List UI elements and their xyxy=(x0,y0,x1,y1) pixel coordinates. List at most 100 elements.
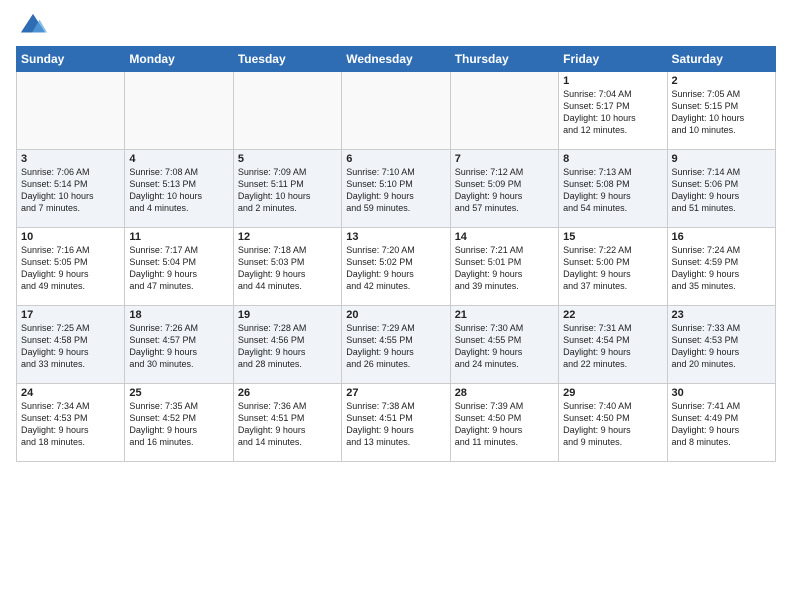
day-number: 17 xyxy=(21,309,120,321)
day-info: Sunrise: 7:17 AM Sunset: 5:04 PM Dayligh… xyxy=(129,244,228,293)
day-info: Sunrise: 7:20 AM Sunset: 5:02 PM Dayligh… xyxy=(346,244,445,293)
calendar-cell xyxy=(125,72,233,150)
weekday-header: Monday xyxy=(125,47,233,72)
day-info: Sunrise: 7:25 AM Sunset: 4:58 PM Dayligh… xyxy=(21,322,120,371)
day-info: Sunrise: 7:16 AM Sunset: 5:05 PM Dayligh… xyxy=(21,244,120,293)
day-number: 25 xyxy=(129,387,228,399)
day-info: Sunrise: 7:40 AM Sunset: 4:50 PM Dayligh… xyxy=(563,400,662,449)
calendar-cell: 22Sunrise: 7:31 AM Sunset: 4:54 PM Dayli… xyxy=(559,306,667,384)
day-info: Sunrise: 7:18 AM Sunset: 5:03 PM Dayligh… xyxy=(238,244,337,293)
weekday-header: Wednesday xyxy=(342,47,450,72)
calendar-cell: 18Sunrise: 7:26 AM Sunset: 4:57 PM Dayli… xyxy=(125,306,233,384)
calendar-week-row: 17Sunrise: 7:25 AM Sunset: 4:58 PM Dayli… xyxy=(17,306,776,384)
day-number: 27 xyxy=(346,387,445,399)
day-info: Sunrise: 7:06 AM Sunset: 5:14 PM Dayligh… xyxy=(21,166,120,215)
day-info: Sunrise: 7:33 AM Sunset: 4:53 PM Dayligh… xyxy=(672,322,771,371)
day-number: 20 xyxy=(346,309,445,321)
day-info: Sunrise: 7:14 AM Sunset: 5:06 PM Dayligh… xyxy=(672,166,771,215)
calendar-week-row: 1Sunrise: 7:04 AM Sunset: 5:17 PM Daylig… xyxy=(17,72,776,150)
calendar-cell: 3Sunrise: 7:06 AM Sunset: 5:14 PM Daylig… xyxy=(17,150,125,228)
calendar-cell: 4Sunrise: 7:08 AM Sunset: 5:13 PM Daylig… xyxy=(125,150,233,228)
day-info: Sunrise: 7:08 AM Sunset: 5:13 PM Dayligh… xyxy=(129,166,228,215)
day-number: 22 xyxy=(563,309,662,321)
calendar-cell xyxy=(233,72,341,150)
calendar-cell: 6Sunrise: 7:10 AM Sunset: 5:10 PM Daylig… xyxy=(342,150,450,228)
calendar-cell: 13Sunrise: 7:20 AM Sunset: 5:02 PM Dayli… xyxy=(342,228,450,306)
day-number: 8 xyxy=(563,153,662,165)
day-info: Sunrise: 7:38 AM Sunset: 4:51 PM Dayligh… xyxy=(346,400,445,449)
calendar-week-row: 3Sunrise: 7:06 AM Sunset: 5:14 PM Daylig… xyxy=(17,150,776,228)
calendar-cell: 30Sunrise: 7:41 AM Sunset: 4:49 PM Dayli… xyxy=(667,384,775,462)
calendar-cell: 26Sunrise: 7:36 AM Sunset: 4:51 PM Dayli… xyxy=(233,384,341,462)
calendar-cell: 2Sunrise: 7:05 AM Sunset: 5:15 PM Daylig… xyxy=(667,72,775,150)
day-info: Sunrise: 7:13 AM Sunset: 5:08 PM Dayligh… xyxy=(563,166,662,215)
calendar-cell: 12Sunrise: 7:18 AM Sunset: 5:03 PM Dayli… xyxy=(233,228,341,306)
day-number: 4 xyxy=(129,153,228,165)
day-number: 5 xyxy=(238,153,337,165)
day-number: 16 xyxy=(672,231,771,243)
day-number: 12 xyxy=(238,231,337,243)
calendar-cell xyxy=(450,72,558,150)
day-info: Sunrise: 7:26 AM Sunset: 4:57 PM Dayligh… xyxy=(129,322,228,371)
weekday-header: Saturday xyxy=(667,47,775,72)
day-info: Sunrise: 7:21 AM Sunset: 5:01 PM Dayligh… xyxy=(455,244,554,293)
day-number: 29 xyxy=(563,387,662,399)
calendar-week-row: 10Sunrise: 7:16 AM Sunset: 5:05 PM Dayli… xyxy=(17,228,776,306)
calendar-cell: 11Sunrise: 7:17 AM Sunset: 5:04 PM Dayli… xyxy=(125,228,233,306)
calendar-cell: 9Sunrise: 7:14 AM Sunset: 5:06 PM Daylig… xyxy=(667,150,775,228)
day-number: 28 xyxy=(455,387,554,399)
day-number: 11 xyxy=(129,231,228,243)
calendar-header-row: SundayMondayTuesdayWednesdayThursdayFrid… xyxy=(17,47,776,72)
calendar-cell: 7Sunrise: 7:12 AM Sunset: 5:09 PM Daylig… xyxy=(450,150,558,228)
weekday-header: Tuesday xyxy=(233,47,341,72)
day-number: 19 xyxy=(238,309,337,321)
calendar-cell: 24Sunrise: 7:34 AM Sunset: 4:53 PM Dayli… xyxy=(17,384,125,462)
day-info: Sunrise: 7:05 AM Sunset: 5:15 PM Dayligh… xyxy=(672,88,771,137)
day-info: Sunrise: 7:09 AM Sunset: 5:11 PM Dayligh… xyxy=(238,166,337,215)
calendar-cell: 16Sunrise: 7:24 AM Sunset: 4:59 PM Dayli… xyxy=(667,228,775,306)
day-info: Sunrise: 7:36 AM Sunset: 4:51 PM Dayligh… xyxy=(238,400,337,449)
day-info: Sunrise: 7:22 AM Sunset: 5:00 PM Dayligh… xyxy=(563,244,662,293)
day-number: 9 xyxy=(672,153,771,165)
day-number: 14 xyxy=(455,231,554,243)
day-number: 23 xyxy=(672,309,771,321)
calendar-cell xyxy=(342,72,450,150)
day-info: Sunrise: 7:39 AM Sunset: 4:50 PM Dayligh… xyxy=(455,400,554,449)
day-info: Sunrise: 7:24 AM Sunset: 4:59 PM Dayligh… xyxy=(672,244,771,293)
day-number: 21 xyxy=(455,309,554,321)
calendar-cell: 27Sunrise: 7:38 AM Sunset: 4:51 PM Dayli… xyxy=(342,384,450,462)
day-info: Sunrise: 7:30 AM Sunset: 4:55 PM Dayligh… xyxy=(455,322,554,371)
day-info: Sunrise: 7:34 AM Sunset: 4:53 PM Dayligh… xyxy=(21,400,120,449)
weekday-header: Sunday xyxy=(17,47,125,72)
calendar-cell: 25Sunrise: 7:35 AM Sunset: 4:52 PM Dayli… xyxy=(125,384,233,462)
logo-icon xyxy=(19,12,47,40)
calendar-cell: 15Sunrise: 7:22 AM Sunset: 5:00 PM Dayli… xyxy=(559,228,667,306)
calendar-cell: 10Sunrise: 7:16 AM Sunset: 5:05 PM Dayli… xyxy=(17,228,125,306)
calendar-cell: 14Sunrise: 7:21 AM Sunset: 5:01 PM Dayli… xyxy=(450,228,558,306)
day-number: 6 xyxy=(346,153,445,165)
day-number: 18 xyxy=(129,309,228,321)
day-number: 7 xyxy=(455,153,554,165)
calendar-cell: 1Sunrise: 7:04 AM Sunset: 5:17 PM Daylig… xyxy=(559,72,667,150)
calendar-cell: 8Sunrise: 7:13 AM Sunset: 5:08 PM Daylig… xyxy=(559,150,667,228)
calendar-cell xyxy=(17,72,125,150)
day-number: 3 xyxy=(21,153,120,165)
day-number: 26 xyxy=(238,387,337,399)
day-number: 13 xyxy=(346,231,445,243)
day-info: Sunrise: 7:29 AM Sunset: 4:55 PM Dayligh… xyxy=(346,322,445,371)
day-number: 10 xyxy=(21,231,120,243)
logo xyxy=(16,12,47,36)
header xyxy=(16,12,776,36)
day-number: 15 xyxy=(563,231,662,243)
calendar-cell: 20Sunrise: 7:29 AM Sunset: 4:55 PM Dayli… xyxy=(342,306,450,384)
calendar-cell: 21Sunrise: 7:30 AM Sunset: 4:55 PM Dayli… xyxy=(450,306,558,384)
day-info: Sunrise: 7:41 AM Sunset: 4:49 PM Dayligh… xyxy=(672,400,771,449)
calendar-cell: 23Sunrise: 7:33 AM Sunset: 4:53 PM Dayli… xyxy=(667,306,775,384)
calendar-cell: 28Sunrise: 7:39 AM Sunset: 4:50 PM Dayli… xyxy=(450,384,558,462)
calendar-cell: 29Sunrise: 7:40 AM Sunset: 4:50 PM Dayli… xyxy=(559,384,667,462)
day-number: 2 xyxy=(672,75,771,87)
calendar-week-row: 24Sunrise: 7:34 AM Sunset: 4:53 PM Dayli… xyxy=(17,384,776,462)
calendar-cell: 17Sunrise: 7:25 AM Sunset: 4:58 PM Dayli… xyxy=(17,306,125,384)
weekday-header: Friday xyxy=(559,47,667,72)
day-info: Sunrise: 7:12 AM Sunset: 5:09 PM Dayligh… xyxy=(455,166,554,215)
